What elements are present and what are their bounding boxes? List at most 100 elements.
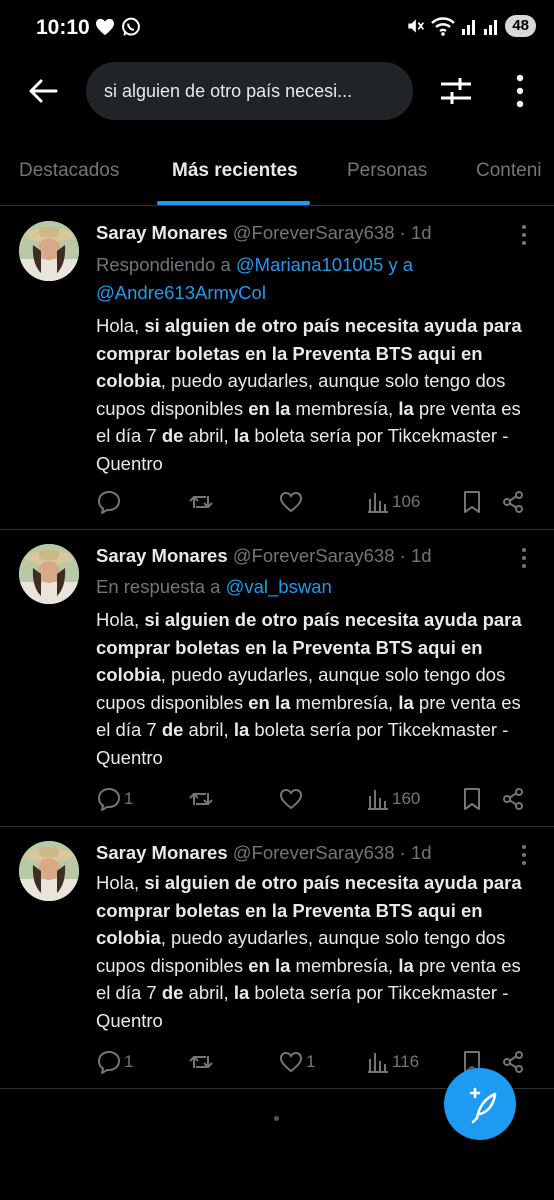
search-query-text: si alguien de otro país necesi... [104,80,353,101]
retweet-icon [189,1055,213,1069]
text-part: abril, [183,719,234,740]
status-left-icons [95,17,141,37]
whatsapp-notification-icon [122,17,140,36]
views-count: 160 [392,789,421,808]
avatar-photo-icon [19,221,79,281]
search-input[interactable]: si alguien de otro país necesi... [86,62,413,120]
tab-personas[interactable]: Personas [347,160,427,182]
like-count: 1 [306,1052,316,1071]
search-header: si alguien de otro país necesi... [0,60,554,124]
retweet-icon [189,495,213,509]
views-icon [368,790,388,810]
retweet-button[interactable] [188,487,214,517]
views-button[interactable]: 116 [366,1047,419,1077]
reply-prefix: Respondiendo a [96,254,236,275]
tab-contenido[interactable]: Conteni [476,160,542,182]
avatar[interactable] [19,544,79,604]
tweet-item[interactable]: Saray Monares @ForeverSaray638 · 1d En r… [0,530,554,827]
heart-notification-icon [96,18,114,36]
reply-context: En respuesta a @val_bswan [96,573,332,601]
reply-mention-link[interactable]: @Andre613ArmyCol [96,282,266,303]
like-button[interactable]: 1 [278,1047,315,1077]
tweet-time: 1d [410,545,432,566]
reply-mention-link[interactable]: @Mariana101005 y a [236,254,413,275]
retweet-button[interactable] [188,784,214,814]
views-icon [368,493,388,513]
page-indicator-dot [274,1116,279,1121]
bookmark-button[interactable] [460,487,484,517]
tweet-item[interactable]: Saray Monares @ForeverSaray638 · 1d Hola… [0,827,554,1089]
text-bold-part: de [161,425,184,446]
author-handle[interactable]: @ForeverSaray638 [233,842,395,863]
signal-icon-2 [484,20,498,35]
share-icon [503,491,523,513]
wifi-icon [431,17,456,36]
share-button[interactable] [501,487,525,517]
tweet-more-icon[interactable] [514,546,534,570]
retweet-button[interactable] [188,1047,214,1077]
meta-separator: · [394,842,411,863]
views-icon [368,1053,388,1073]
tweet-item[interactable]: Saray Monares @ForeverSaray638 · 1d Resp… [0,207,554,530]
battery-level: 48 [505,15,536,37]
text-bold-part: la [398,691,414,713]
avatar[interactable] [19,841,79,901]
bookmark-button[interactable] [460,784,484,814]
share-button[interactable] [501,784,525,814]
author-name[interactable]: Saray Monares [96,545,228,566]
more-vertical-icon[interactable] [508,72,532,110]
text-bold-part: la [233,425,250,446]
tab-mas-recientes[interactable]: Más recientes [172,160,298,182]
text-part: abril, [183,982,234,1003]
author-name[interactable]: Saray Monares [96,222,228,243]
retweet-icon [189,792,213,806]
tweet-more-icon[interactable] [514,843,534,867]
reply-button[interactable]: 1 [96,1047,133,1077]
text-part: Hola, [96,315,145,336]
text-part: membresía, [290,691,399,713]
back-arrow-icon[interactable] [26,74,60,108]
like-icon [279,491,303,513]
avatar[interactable] [19,221,79,281]
views-button[interactable]: 106 [366,487,420,517]
tweet-time: 1d [410,842,432,863]
tab-destacados[interactable]: Destacados [19,160,119,182]
search-tabs: Destacados Más recientes Personas Conten… [0,140,554,206]
text-bold-part: la [233,982,250,1003]
tweet-header: Saray Monares @ForeverSaray638 · 1d [96,545,432,567]
tweet-text: Hola, si alguien de otro país necesita a… [96,606,536,771]
active-tab-indicator [157,201,310,205]
reply-icon [98,491,120,514]
reply-icon [98,788,120,811]
compose-icon [469,1087,497,1124]
reply-mention-link[interactable]: @val_bswan [226,576,332,597]
text-bold-part: en la [248,954,291,976]
text-bold-part: la [233,719,250,740]
tweet-text: Hola, si alguien de otro país necesita a… [96,869,536,1034]
author-name[interactable]: Saray Monares [96,842,228,863]
text-bold-part: de [161,719,184,740]
signal-icon-1 [462,20,476,35]
bookmark-icon [464,788,480,810]
reply-button[interactable] [96,487,124,517]
text-bold-part: la [398,397,414,419]
tweet-actions: 106 [96,487,536,517]
like-icon [279,1051,303,1073]
reply-prefix: En respuesta a [96,576,226,597]
reply-button[interactable]: 1 [96,784,133,814]
author-handle[interactable]: @ForeverSaray638 [233,545,395,566]
compose-tweet-button[interactable] [444,1068,516,1140]
text-bold-part: de [161,982,184,1003]
text-part: membresía, [290,954,399,976]
filter-sliders-icon[interactable] [438,74,474,108]
like-button[interactable] [278,784,306,814]
views-button[interactable]: 160 [366,784,420,814]
status-right-icons: 48 [405,15,536,37]
tweet-actions: 1 160 [96,784,536,814]
text-part: Hola, [96,872,145,893]
views-count: 116 [392,1052,420,1071]
tweet-header: Saray Monares @ForeverSaray638 · 1d [96,222,432,244]
tweet-more-icon[interactable] [514,223,534,247]
author-handle[interactable]: @ForeverSaray638 [233,222,395,243]
like-button[interactable] [278,487,306,517]
